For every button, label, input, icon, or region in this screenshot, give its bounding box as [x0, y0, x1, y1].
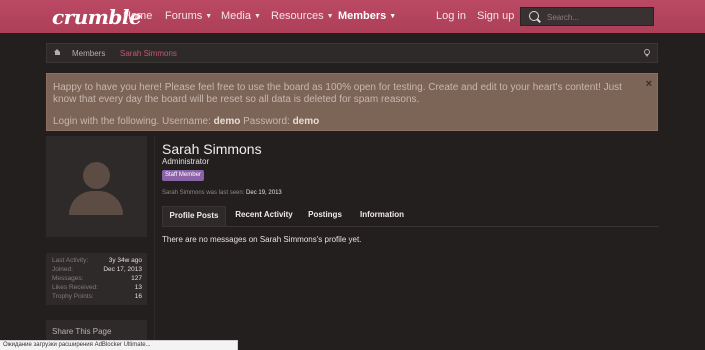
- stat-label: Likes Received:: [52, 284, 98, 291]
- staff-badge: Staff Member: [162, 170, 204, 181]
- stat-messages: Messages: 127: [52, 275, 142, 284]
- notice-banner: Happy to have you here! Please feel free…: [46, 73, 658, 131]
- profile-tabs: Profile Posts Recent Activity Postings I…: [162, 206, 659, 227]
- browser-status-bar: Ожидание загрузки расширения AdBlocker U…: [0, 340, 238, 350]
- stat-last-activity: Last Activity: 3y 34w ago: [52, 257, 142, 266]
- top-navigation-bar: crumble Home Forums ▼ Media ▼ Resources ▼ M…: [0, 0, 705, 33]
- close-icon[interactable]: ×: [646, 78, 652, 90]
- last-seen-label: Sarah Simmons was last seen:: [162, 190, 245, 196]
- stat-value: Dec 17, 2013: [103, 266, 142, 273]
- stat-joined: Joined: Dec 17, 2013: [52, 266, 142, 275]
- signup-link[interactable]: Sign up: [477, 10, 514, 22]
- breadcrumb: Members Sarah Simmons: [46, 43, 658, 63]
- chevron-down-icon: ▼: [205, 13, 213, 20]
- tab-postings[interactable]: Postings: [302, 206, 348, 226]
- stat-label: Messages:: [52, 275, 84, 282]
- location-pin-icon[interactable]: [644, 49, 650, 57]
- stat-label: Last Activity:: [52, 257, 89, 264]
- home-icon[interactable]: [54, 49, 61, 55]
- chevron-down-icon: ▼: [326, 13, 334, 20]
- tab-recent-activity[interactable]: Recent Activity: [228, 206, 300, 226]
- chevron-down-icon: ▼: [253, 13, 261, 20]
- tab-information[interactable]: Information: [352, 206, 412, 226]
- avatar-body-shape: [69, 191, 123, 215]
- nav-members-label: Members: [338, 10, 387, 22]
- nav-home-label: Home: [123, 10, 153, 22]
- notice-login-info: Login with the following. Username: demo…: [53, 116, 319, 128]
- nav-members[interactable]: Members ▼: [338, 10, 396, 22]
- avatar[interactable]: [46, 136, 147, 237]
- stat-value: 127: [131, 275, 142, 282]
- notice-username: demo: [213, 116, 241, 127]
- search-input[interactable]: [545, 10, 649, 25]
- breadcrumb-current[interactable]: Sarah Simmons: [120, 49, 177, 58]
- notice-password-label: Password:: [243, 116, 290, 127]
- share-title: Share This Page: [52, 327, 112, 336]
- last-seen: Sarah Simmons was last seen: Dec 19, 201…: [162, 190, 282, 196]
- notice-message: Happy to have you here! Please feel free…: [53, 82, 622, 105]
- stat-value: 13: [134, 284, 142, 291]
- stat-value: 16: [134, 293, 142, 300]
- login-link[interactable]: Log in: [436, 10, 466, 22]
- profile-title: Administrator: [162, 157, 210, 166]
- nav-media[interactable]: Media ▼: [221, 10, 261, 22]
- nav-home[interactable]: Home: [123, 10, 152, 22]
- nav-forums[interactable]: Forums ▼: [165, 10, 212, 22]
- nav-forums-label: Forums: [165, 10, 203, 22]
- stat-label: Trophy Points:: [52, 293, 94, 300]
- no-messages-text: There are no messages on Sarah Simmons's…: [162, 235, 362, 244]
- stat-label: Joined:: [52, 266, 73, 273]
- stat-value: 3y 34w ago: [108, 257, 142, 264]
- avatar-head-shape: [83, 162, 110, 189]
- tab-profile-posts[interactable]: Profile Posts: [162, 206, 226, 226]
- stat-likes: Likes Received: 13: [52, 284, 142, 293]
- stat-trophy-points: Trophy Points: 16: [52, 293, 142, 302]
- last-seen-date: Dec 19, 2013: [246, 190, 282, 196]
- notice-password: demo: [292, 116, 320, 127]
- search-icon[interactable]: [529, 11, 539, 21]
- nav-media-label: Media: [221, 10, 251, 22]
- member-stats: Last Activity: 3y 34w ago Joined: Dec 17, …: [46, 253, 147, 305]
- nav-resources[interactable]: Resources ▼: [271, 10, 334, 22]
- notice-login-prefix: Login with the following. Username:: [53, 116, 211, 127]
- nav-resources-label: Resources: [271, 10, 324, 22]
- profile-name: Sarah Simmons: [162, 141, 262, 157]
- breadcrumb-members[interactable]: Members: [72, 49, 105, 58]
- chevron-down-icon: ▼: [389, 13, 397, 20]
- search-box[interactable]: [520, 7, 654, 26]
